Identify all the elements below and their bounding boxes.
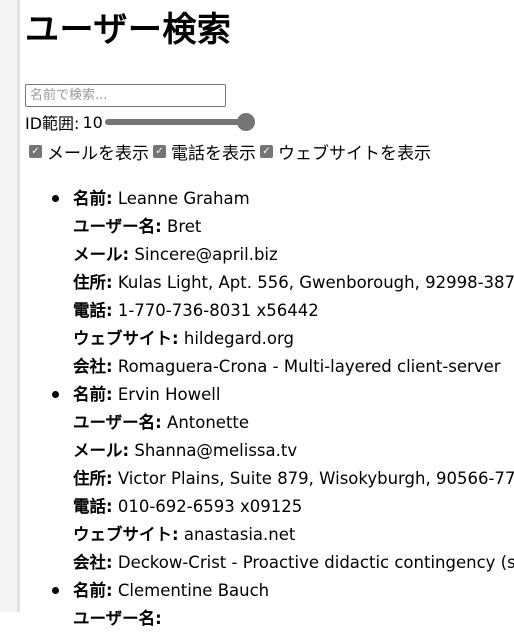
display-toggles: ✓ メールを表示 ✓ 電話を表示 ✓ ウェブサイトを表示 [29, 139, 435, 164]
name-label: 名前: [73, 385, 113, 404]
company-label: 会社: [73, 553, 113, 572]
toggle-phone[interactable]: ✓ 電話を表示 [153, 139, 256, 164]
user-company-row: 会社: Romaguera-Crona - Multi-layered clie… [73, 356, 514, 384]
user-email-row: メール: Shanna@melissa.tv [73, 440, 514, 468]
user-email-row: メール: Sincere@april.biz [73, 244, 514, 272]
page-content: ユーザー検索 ID範囲: 10 ✓ メールを表示 ✓ 電話を表示 ✓ ウェブサイ… [25, 0, 514, 628]
user-address-row: 住所: Victor Plains, Suite 879, Wisokyburg… [73, 468, 514, 496]
user-website-row: ウェブサイト: anastasia.net [73, 524, 514, 552]
user-phone-row: 電話: 010-692-6593 x09125 [73, 496, 514, 524]
user-username-row: ユーザー名: [73, 608, 514, 636]
user-name-row: 名前: Leanne Graham [73, 188, 514, 216]
user-company: Deckow-Crist - Proactive didactic contin… [117, 553, 514, 572]
address-label: 住所: [73, 273, 113, 292]
user-phone: 1-770-736-8031 x56442 [117, 301, 319, 320]
username-label: ユーザー名: [73, 413, 162, 432]
user-username: Bret [167, 217, 202, 236]
toggle-email[interactable]: ✓ メールを表示 [29, 139, 149, 164]
id-range-label: ID範囲: [25, 114, 80, 133]
id-range-control: ID範囲: 10 [25, 112, 255, 133]
email-label: メール: [73, 245, 130, 264]
toggle-website-label: ウェブサイトを表示 [278, 143, 431, 164]
phone-label: 電話: [73, 301, 113, 320]
user-item: 名前: Leanne Graham ユーザー名: Bret メール: Since… [52, 188, 514, 384]
phone-label: 電話: [73, 497, 113, 516]
email-checkbox[interactable]: ✓ [29, 144, 42, 158]
name-label: 名前: [73, 189, 113, 208]
toggle-email-label: メールを表示 [47, 143, 149, 164]
user-address-row: 住所: Kulas Light, Apt. 556, Gwenborough, … [73, 272, 514, 300]
website-label: ウェブサイト: [73, 525, 179, 544]
company-label: 会社: [73, 357, 113, 376]
user-username-row: ユーザー名: Antonette [73, 412, 514, 440]
user-name-row: 名前: Ervin Howell [73, 384, 514, 412]
id-range-slider[interactable] [104, 113, 255, 131]
user-website-row: ウェブサイト: hildegard.org [73, 328, 514, 356]
id-range-value: 10 [82, 112, 103, 132]
user-item: 名前: Clementine Bauch ユーザー名: [52, 580, 514, 636]
user-name: Leanne Graham [117, 189, 250, 208]
slider-thumb[interactable] [236, 113, 255, 131]
name-search-input[interactable] [25, 84, 226, 107]
user-website: anastasia.net [183, 525, 296, 544]
user-username-row: ユーザー名: Bret [73, 216, 514, 244]
website-label: ウェブサイト: [73, 329, 179, 348]
address-label: 住所: [73, 469, 113, 488]
user-phone: 010-692-6593 x09125 [117, 497, 303, 516]
email-label: メール: [73, 441, 130, 460]
user-phone-row: 電話: 1-770-736-8031 x56442 [73, 300, 514, 328]
user-list: 名前: Leanne Graham ユーザー名: Bret メール: Since… [25, 188, 514, 636]
website-checkbox[interactable]: ✓ [260, 144, 273, 158]
user-email: Shanna@melissa.tv [134, 441, 298, 460]
user-website: hildegard.org [183, 329, 294, 348]
username-label: ユーザー名: [73, 217, 162, 236]
name-label: 名前: [73, 581, 113, 600]
user-company: Romaguera-Crona - Multi-layered client-s… [117, 357, 501, 376]
user-address: Victor Plains, Suite 879, Wisokyburgh, 9… [117, 469, 514, 488]
phone-checkbox[interactable]: ✓ [153, 144, 166, 158]
page-title: ユーザー検索 [25, 10, 232, 50]
toggle-website[interactable]: ✓ ウェブサイトを表示 [260, 139, 431, 164]
user-name: Ervin Howell [117, 385, 221, 404]
user-email: Sincere@april.biz [134, 245, 278, 264]
slider-track [104, 119, 243, 125]
user-name-row: 名前: Clementine Bauch [73, 580, 514, 608]
window-left-edge [0, 0, 20, 612]
user-address: Kulas Light, Apt. 556, Gwenborough, 9299… [117, 273, 514, 292]
user-company-row: 会社: Deckow-Crist - Proactive didactic co… [73, 552, 514, 580]
user-item: 名前: Ervin Howell ユーザー名: Antonette メール: S… [52, 384, 514, 580]
user-name: Clementine Bauch [117, 581, 270, 600]
toggle-phone-label: 電話を表示 [171, 143, 256, 164]
user-username: Antonette [167, 413, 250, 432]
